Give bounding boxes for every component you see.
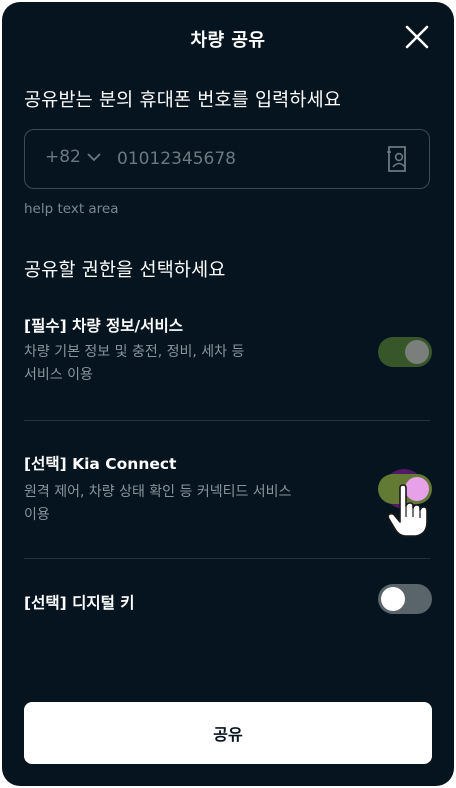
toggle-digital-key[interactable] <box>378 584 432 614</box>
divider <box>24 420 430 421</box>
phone-input[interactable] <box>117 144 367 174</box>
divider <box>24 558 430 559</box>
phone-prompt: 공유받는 분의 휴대폰 번호를 입력하세요 <box>24 90 342 111</box>
toggle-knob <box>381 587 405 611</box>
toggle-knob <box>405 340 429 364</box>
country-code-select[interactable]: +82 <box>45 147 81 167</box>
permission-prompt: 공유할 권한을 선택하세요 <box>24 260 226 281</box>
phone-field[interactable]: +82 <box>24 129 430 189</box>
permission-title-vehicle-info: [필수] 차량 정보/서비스 <box>24 317 183 335</box>
toggle-vehicle-info[interactable] <box>378 337 432 367</box>
help-text: help text area <box>24 201 119 217</box>
permission-title-digital-key: [선택] 디지털 키 <box>24 594 135 612</box>
chevron-down-icon[interactable] <box>87 153 101 162</box>
share-button[interactable]: 공유 <box>24 702 432 764</box>
hand-pointer-icon <box>387 484 428 537</box>
share-vehicle-screen: 차량 공유 공유받는 분의 휴대폰 번호를 입력하세요 +82 help tex… <box>2 2 454 786</box>
permission-title-kia-connect: [선택] Kia Connect <box>24 455 177 473</box>
permission-desc-kia-connect: 원격 제어, 차량 상태 확인 등 커넥티드 서비스 이용 <box>24 484 292 523</box>
page-title: 차량 공유 <box>190 30 266 51</box>
contact-book-icon[interactable] <box>385 145 411 173</box>
close-icon[interactable] <box>402 22 432 52</box>
permission-desc-vehicle-info: 차량 기본 정보 및 충전, 정비, 세차 등 서비스 이용 <box>24 344 245 383</box>
